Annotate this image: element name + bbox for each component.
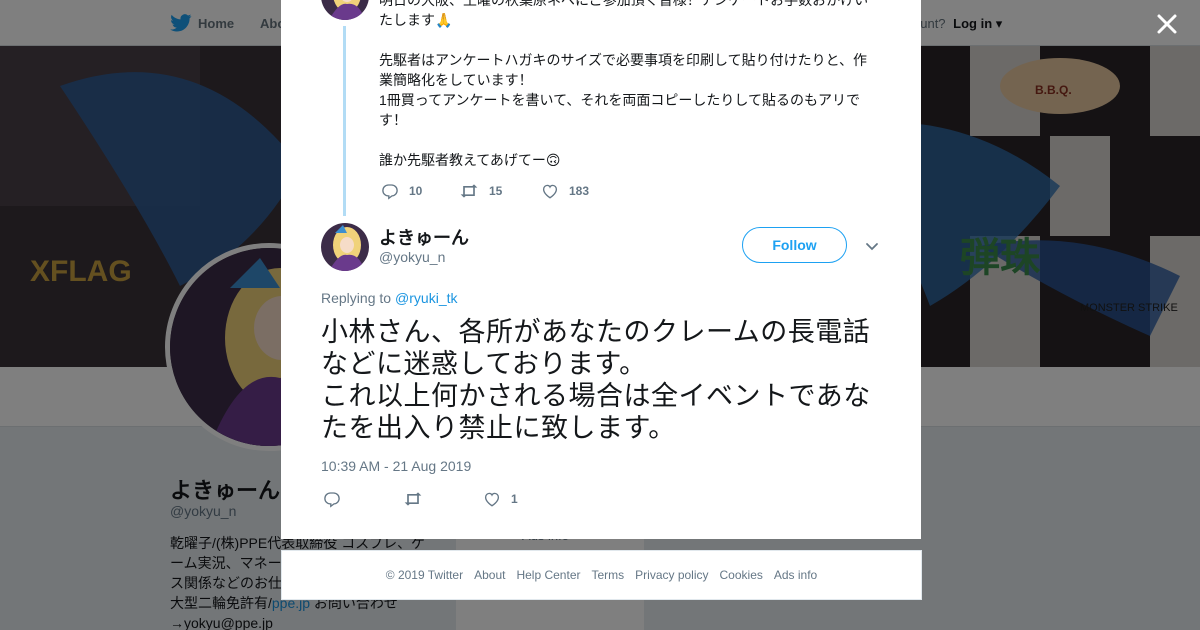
tweet-timestamp[interactable]: 10:39 AM - 21 Aug 2019 xyxy=(321,458,471,474)
replying-to: Replying to @ryuki_tk xyxy=(321,290,458,306)
retweet-icon xyxy=(404,492,422,506)
tweet-actions: 1 xyxy=(323,488,518,510)
thread-connector xyxy=(343,26,346,216)
like-button[interactable]: 183 xyxy=(541,182,589,200)
reply-button[interactable] xyxy=(323,490,403,508)
author-name[interactable]: よきゅーん xyxy=(379,224,469,250)
close-icon[interactable] xyxy=(1153,10,1181,38)
follow-button[interactable]: Follow xyxy=(742,227,847,263)
like-count: 1 xyxy=(511,492,518,506)
reply-icon xyxy=(382,184,398,200)
retweet-button[interactable]: 15 xyxy=(459,182,541,200)
reply-icon xyxy=(324,492,340,508)
tweet-text: 小林さん、各所があなたのクレームの長電話などに迷惑しております。 これ以上何かさ… xyxy=(321,317,871,443)
retweet-count: 15 xyxy=(489,184,503,198)
previous-tweet-avatar[interactable] xyxy=(321,0,369,20)
tweet-modal: 明日の大阪、土曜の秋葉原ネベにご参加頂く皆様！アンケートお手数おかけいたします🙏… xyxy=(281,0,921,539)
footer-copyright: © 2019 Twitter xyxy=(385,568,464,582)
like-count: 183 xyxy=(569,184,590,198)
replying-to-handle[interactable]: @ryuki_tk xyxy=(395,290,457,306)
heart-icon xyxy=(484,492,500,507)
previous-tweet-text: 明日の大阪、土曜の秋葉原ネベにご参加頂く皆様！アンケートお手数おかけいたします🙏… xyxy=(379,0,869,168)
previous-tweet-actions: 10 15 183 xyxy=(381,181,589,201)
footer-link-privacy[interactable]: Privacy policy xyxy=(635,568,708,582)
footer-link-about[interactable]: About xyxy=(474,568,505,582)
retweet-button[interactable] xyxy=(403,490,483,508)
retweet-icon xyxy=(460,184,478,198)
heart-icon xyxy=(542,184,558,199)
like-button[interactable]: 1 xyxy=(483,490,518,508)
footer-link-cookies[interactable]: Cookies xyxy=(720,568,763,582)
reply-button[interactable]: 10 xyxy=(381,182,459,200)
reply-count: 10 xyxy=(409,184,423,198)
author-avatar[interactable] xyxy=(321,223,369,271)
footer-link-help[interactable]: Help Center xyxy=(516,568,580,582)
footer-link-terms[interactable]: Terms xyxy=(591,568,624,582)
author-handle[interactable]: @yokyu_n xyxy=(379,249,445,265)
footer-link-ads[interactable]: Ads info xyxy=(774,568,817,582)
chevron-down-icon[interactable] xyxy=(863,237,881,255)
modal-footer: © 2019 Twitter About Help Center Terms P… xyxy=(281,550,922,600)
